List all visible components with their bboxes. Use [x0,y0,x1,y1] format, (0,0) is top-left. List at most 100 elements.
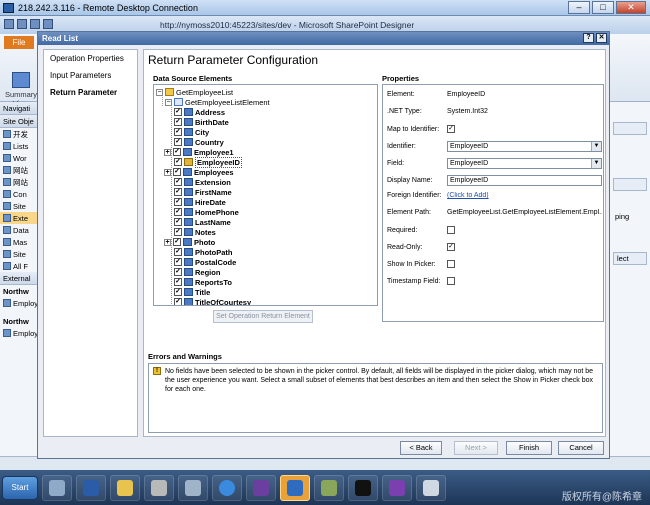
nav-item[interactable]: Con [0,188,39,200]
field-checkbox[interactable]: ✓ [173,148,181,156]
tree-field-row[interactable]: ✓ TitleOfCourtesy [174,297,251,305]
minimize-button[interactable]: – [568,1,590,14]
timestamp-field-checkbox[interactable] [447,277,455,285]
tree-field-row[interactable]: ✓ FirstName [174,187,232,197]
step-return-parameter[interactable]: Return Parameter [44,84,137,101]
field-checkbox[interactable]: ✓ [173,238,181,246]
step-operation-properties[interactable]: Operation Properties [44,50,137,67]
expand-icon[interactable]: + [164,168,171,176]
tree-field-row[interactable]: ✓ PostalCode [174,257,236,267]
tree-field-row[interactable]: + ✓ Employee1 [164,147,234,157]
tree-field-row[interactable]: ✓ HomePhone [174,207,239,217]
read-only-checkbox[interactable]: ✓ [447,243,455,251]
tree-field-row[interactable]: + ✓ Photo [164,237,215,247]
server-manager-icon[interactable] [42,474,72,501]
field-checkbox[interactable]: ✓ [174,198,182,206]
field-checkbox[interactable]: ✓ [174,108,182,116]
collapse-icon[interactable]: − [156,88,163,96]
tree-field-row[interactable]: ✓ PhotoPath [174,247,233,257]
explorer-icon[interactable] [110,474,140,501]
tree-field-row[interactable]: ✓ City [174,127,209,137]
finish-button[interactable]: Finish [506,441,552,455]
sharepoint-designer-icon[interactable] [280,474,310,501]
nav-item-external-content-types[interactable]: Exte [0,212,39,224]
sql-server-icon[interactable] [314,474,344,501]
redo-icon[interactable] [43,19,53,29]
nav-item[interactable]: 开发 [0,128,39,140]
command-prompt-icon[interactable] [348,474,378,501]
powershell-icon[interactable] [76,474,106,501]
field-checkbox[interactable]: ✓ [174,128,182,136]
tree-field-row[interactable]: ✓ Title [174,287,210,297]
required-checkbox[interactable] [447,226,455,234]
employees-item[interactable]: Employ [0,297,39,309]
tree-field-row[interactable]: ✓ ReportsTo [174,277,232,287]
undo-icon[interactable] [30,19,40,29]
internet-explorer-icon[interactable] [212,474,242,501]
close-button[interactable]: ✕ [616,1,646,14]
data-source-tree[interactable]: − GetEmployeeList − GetEmployeeListEleme… [153,84,378,306]
tree-field-row[interactable]: ✓ Region [174,267,220,277]
tree-field-row[interactable]: ✓ LastName [174,217,231,227]
maximize-button[interactable]: □ [592,1,614,14]
nav-item[interactable]: Data [0,224,39,236]
tree-field-row[interactable]: ✓ EmployeeID [174,156,242,168]
tree-field-row[interactable]: ✓ BirthDate [174,117,229,127]
show-in-picker-checkbox[interactable] [447,260,455,268]
field-checkbox[interactable]: ✓ [174,158,182,166]
nav-item[interactable]: 网站 [0,164,39,176]
visual-studio-icon[interactable] [246,474,276,501]
field-checkbox[interactable]: ✓ [174,218,182,226]
field-checkbox[interactable]: ✓ [174,248,182,256]
field-checkbox[interactable]: ✓ [174,298,182,305]
step-input-parameters[interactable]: Input Parameters [44,67,137,84]
right-pane-tab[interactable] [613,122,647,135]
cancel-button[interactable]: Cancel [558,441,604,455]
employees-item[interactable]: Employ [0,327,39,339]
settings-icon[interactable] [178,474,208,501]
expand-icon[interactable]: + [164,238,171,246]
field-checkbox[interactable]: ✓ [174,188,182,196]
file-tab[interactable]: File [4,36,34,49]
nav-item[interactable]: Mas [0,236,39,248]
dialog-close-button[interactable]: ✕ [596,33,607,43]
map-to-identifier-checkbox[interactable]: ✓ [447,125,455,133]
field-checkbox[interactable]: ✓ [173,168,181,176]
select-button[interactable]: lect [613,252,647,265]
field-select[interactable]: EmployeeID ▼ [447,158,602,169]
tree-field-row[interactable]: ✓ Address [174,107,225,117]
site-objects-header[interactable]: Site Obje [0,115,39,128]
nav-item[interactable]: All F [0,260,39,272]
field-checkbox[interactable]: ✓ [174,178,182,186]
nav-item[interactable]: Wor [0,152,39,164]
field-checkbox[interactable]: ✓ [174,208,182,216]
set-operation-return-element-button[interactable]: Set Operation Return Element [213,310,313,323]
infopath-icon[interactable] [382,474,412,501]
field-checkbox[interactable]: ✓ [174,118,182,126]
tools-icon[interactable] [144,474,174,501]
click-to-add-link[interactable]: (Click to Add) [447,192,602,199]
nav-item[interactable]: Site [0,200,39,212]
save-icon[interactable] [17,19,27,29]
field-checkbox[interactable]: ✓ [174,288,182,296]
next-button[interactable]: Next > [454,441,498,455]
tree-root[interactable]: − GetEmployeeList [156,87,233,97]
collapse-icon[interactable]: − [165,98,172,106]
nav-item[interactable]: 网站 [0,176,39,188]
field-checkbox[interactable]: ✓ [174,138,182,146]
window-icon[interactable] [416,474,446,501]
tree-element[interactable]: − GetEmployeeListElement [165,97,270,107]
field-checkbox[interactable]: ✓ [174,268,182,276]
external-header[interactable]: External [0,272,39,285]
tree-field-row[interactable]: ✓ Extension [174,177,231,187]
field-checkbox[interactable]: ✓ [174,278,182,286]
nav-item[interactable]: Site [0,248,39,260]
start-button[interactable]: Start [2,475,38,500]
expand-icon[interactable]: + [164,148,171,156]
help-button[interactable]: ? [583,33,594,43]
display-name-input[interactable]: EmployeeID [447,175,602,186]
back-button[interactable]: < Back [400,441,442,455]
tree-field-row[interactable]: ✓ Country [174,137,224,147]
field-checkbox[interactable]: ✓ [174,258,182,266]
tree-field-row[interactable]: ✓ Notes [174,227,216,237]
